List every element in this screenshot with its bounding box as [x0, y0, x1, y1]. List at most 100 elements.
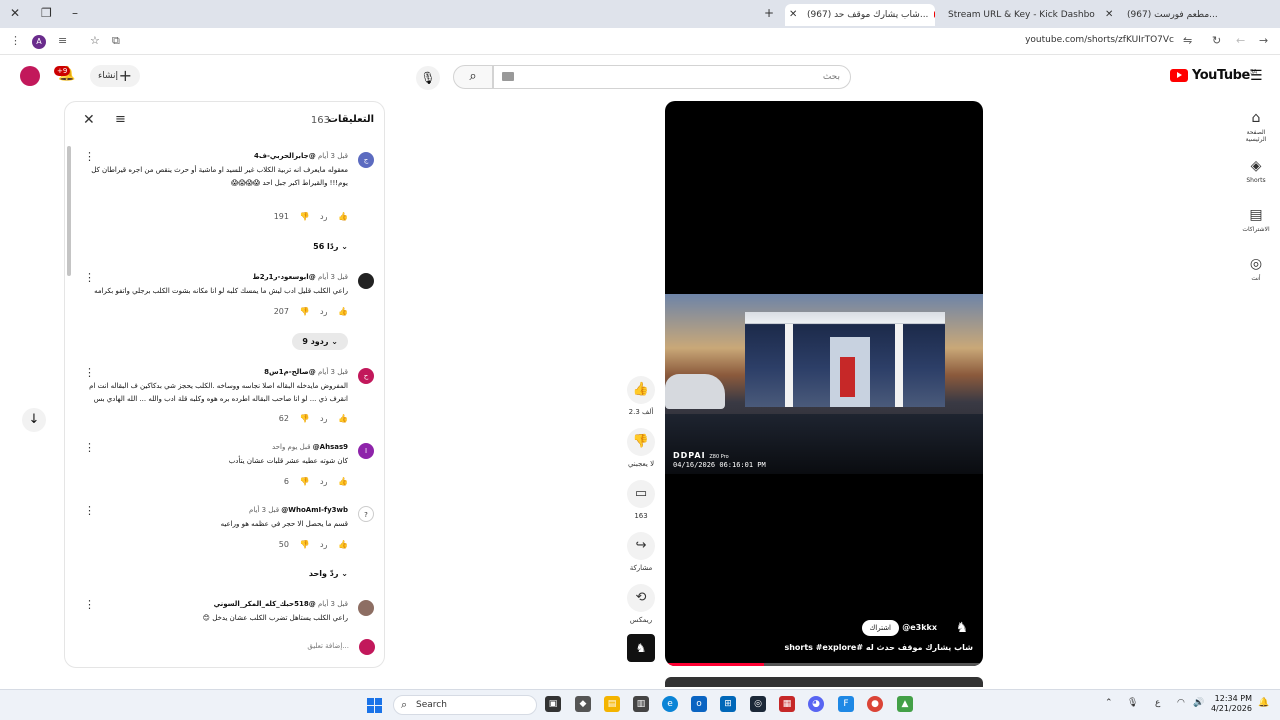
- subscribe-button[interactable]: اشتراك: [861, 620, 899, 636]
- language-indicator[interactable]: ع: [1155, 698, 1160, 708]
- bookmark-star-icon[interactable]: ☆: [90, 34, 100, 47]
- video-title[interactable]: شاب يشارك موقف حدث له #shorts #explore: [784, 643, 973, 652]
- forward-icon[interactable]: ←: [1236, 34, 1245, 47]
- search-button[interactable]: ⌕: [453, 65, 493, 89]
- channel-handle[interactable]: @e3kkx: [902, 623, 937, 632]
- dislike-icon[interactable]: 👎: [300, 212, 310, 221]
- next-short-preview[interactable]: [665, 677, 983, 687]
- like-icon[interactable]: 👍: [338, 414, 348, 423]
- chrome-icon[interactable]: ●: [867, 696, 883, 712]
- app-icon[interactable]: ▥: [633, 696, 649, 712]
- share-button[interactable]: ↪ مشاركة: [626, 532, 656, 572]
- site-settings-icon[interactable]: ⇋: [1183, 34, 1192, 47]
- search-input[interactable]: بحث: [493, 65, 851, 89]
- view-replies-button[interactable]: 9 ردود ⌄: [292, 333, 348, 350]
- guide-item-subscriptions[interactable]: ▤ الاشتراكات: [1236, 207, 1276, 233]
- discord-icon[interactable]: ◕: [808, 696, 824, 712]
- new-tab-icon[interactable]: +: [764, 6, 774, 20]
- commenter-avatar[interactable]: I: [358, 443, 374, 459]
- dislike-icon[interactable]: 👎: [300, 540, 310, 549]
- reply-button[interactable]: رد: [320, 212, 327, 221]
- dislike-icon[interactable]: 👎: [300, 414, 310, 423]
- reply-button[interactable]: رد: [320, 414, 327, 423]
- more-options-icon[interactable]: ⋮: [84, 504, 95, 517]
- minimize-window-icon[interactable]: –: [72, 6, 78, 20]
- more-menu-icon[interactable]: ⋮: [10, 34, 21, 47]
- notification-center-icon[interactable]: 🔔: [1258, 698, 1269, 708]
- more-options-icon[interactable]: ⋮: [84, 441, 95, 454]
- video-progress-bar[interactable]: [665, 663, 983, 666]
- guide-item-you[interactable]: ◎ أنت: [1236, 256, 1276, 282]
- sort-icon[interactable]: ≡: [115, 112, 126, 127]
- volume-icon[interactable]: 🔊: [1193, 698, 1204, 708]
- keyboard-icon[interactable]: [502, 72, 514, 81]
- url-field[interactable]: youtube.com/shorts/zfKUIrTO7Vc: [1025, 35, 1174, 45]
- reply-button[interactable]: رد: [320, 540, 327, 549]
- edge-icon[interactable]: e: [662, 696, 678, 712]
- guide-item-home[interactable]: ⌂ الصفحة الرئيسية: [1236, 110, 1276, 143]
- close-icon[interactable]: ✕: [83, 112, 95, 128]
- add-comment-field[interactable]: إضافة تعليق...: [75, 639, 375, 655]
- more-options-icon[interactable]: ⋮: [84, 366, 95, 379]
- app-icon[interactable]: F: [838, 696, 854, 712]
- commenter-avatar[interactable]: ?: [358, 506, 374, 522]
- comment-author[interactable]: @ابوسعود-ر1ر2ط: [252, 273, 315, 281]
- like-icon[interactable]: 👍: [338, 540, 348, 549]
- tray-chevron-icon[interactable]: ⌃: [1105, 698, 1113, 708]
- dislike-icon[interactable]: 👎: [300, 477, 310, 486]
- tab-youtube-short[interactable]: ✕ (967) شاب يشارك موقف حد...: [785, 4, 935, 26]
- comment-author[interactable]: @صالح-م1س8: [264, 368, 316, 376]
- create-button[interactable]: + إنشاء: [90, 65, 140, 87]
- commenter-avatar[interactable]: ح: [358, 368, 374, 384]
- outlook-icon[interactable]: o: [691, 696, 707, 712]
- comments-button[interactable]: ▭ 163: [626, 480, 656, 520]
- close-window-icon[interactable]: ✕: [10, 6, 20, 20]
- comment-author[interactable]: @جابرالحربي-ف4: [254, 152, 316, 160]
- system-clock[interactable]: 12:34 PM 4/21/2026: [1210, 694, 1252, 714]
- close-tab-icon[interactable]: ✕: [1105, 4, 1113, 26]
- tab-kick-dashboard[interactable]: Stream URL & Key - Kick Dashboard: [940, 4, 1095, 26]
- view-replies-button[interactable]: ردّ واحد ⌄: [309, 569, 348, 578]
- app-icon[interactable]: ▦: [779, 696, 795, 712]
- close-tab-icon[interactable]: ✕: [789, 4, 797, 26]
- next-short-arrow-icon[interactable]: ↓: [22, 408, 46, 432]
- like-button[interactable]: 👍 2.3 ألف: [626, 376, 656, 416]
- short-video-player[interactable]: DDPAI Z80 Pro 04/16/2026 06:16:01 PM اشت…: [665, 101, 983, 666]
- steam-icon[interactable]: ◎: [750, 696, 766, 712]
- wifi-icon[interactable]: ◠: [1177, 698, 1185, 708]
- store-icon[interactable]: ⊞: [720, 696, 736, 712]
- comment-author[interactable]: @518حبك_كله_المكر_السوني: [214, 600, 316, 608]
- microphone-icon[interactable]: 🎙: [1127, 698, 1138, 708]
- youtube-logo[interactable]: YouTubeSA: [1170, 68, 1257, 83]
- reload-icon[interactable]: ↻: [1212, 34, 1221, 47]
- taskbar-search[interactable]: Search: [393, 695, 537, 715]
- task-view-icon[interactable]: ▣: [545, 696, 561, 712]
- like-icon[interactable]: 👍: [338, 477, 348, 486]
- install-app-icon[interactable]: ⧉: [112, 34, 120, 48]
- account-avatar[interactable]: [20, 66, 40, 86]
- commenter-avatar[interactable]: ج: [358, 152, 374, 168]
- more-options-icon[interactable]: ⋮: [84, 598, 95, 611]
- back-icon[interactable]: →: [1259, 34, 1268, 47]
- reply-button[interactable]: رد: [320, 307, 327, 316]
- view-replies-button[interactable]: 56 ردًا ⌄: [313, 242, 348, 251]
- reading-list-icon[interactable]: ≡: [58, 34, 67, 47]
- commenter-avatar[interactable]: [358, 273, 374, 289]
- dislike-icon[interactable]: 👎: [300, 307, 310, 316]
- windows-start-icon[interactable]: [367, 698, 382, 713]
- comment-author[interactable]: @WhoAmI-fy3wb: [281, 506, 348, 514]
- more-options-icon[interactable]: ⋮: [84, 150, 95, 163]
- voice-search-icon[interactable]: 🎙: [416, 66, 440, 90]
- more-options-icon[interactable]: ⋮: [84, 271, 95, 284]
- like-icon[interactable]: 👍: [338, 307, 348, 316]
- commenter-avatar[interactable]: [358, 600, 374, 616]
- comments-scrollbar[interactable]: [67, 146, 71, 276]
- browser-profile-avatar[interactable]: A: [32, 35, 46, 49]
- app-icon[interactable]: ◆: [575, 696, 591, 712]
- app-icon[interactable]: ▲: [897, 696, 913, 712]
- comment-author[interactable]: @Ahsas9: [313, 443, 348, 451]
- restore-window-icon[interactable]: ❐: [41, 6, 52, 20]
- dislike-button[interactable]: 👎 لا يعجبني: [626, 428, 656, 468]
- tab-youtube-other[interactable]: ✕ (967) مطعم فورست...: [1105, 4, 1255, 26]
- like-icon[interactable]: 👍: [338, 212, 348, 221]
